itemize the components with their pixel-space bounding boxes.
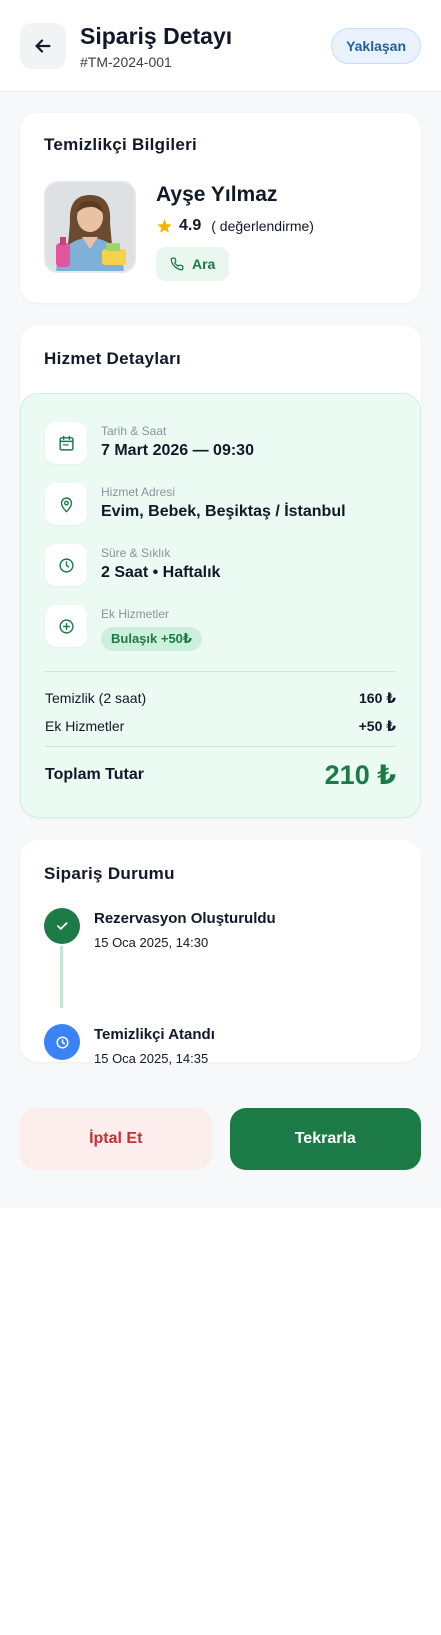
- price-label: Temizlik (2 saat): [45, 690, 147, 706]
- service-section-title: Hizmet Detayları: [44, 349, 182, 368]
- address-value: Evim, Bebek, Beşiktaş / İstanbul: [101, 503, 346, 520]
- date-label: Tarih & Saat: [101, 424, 167, 438]
- detail-row-address: Hizmet Adresi Evim, Bebek, Beşiktaş / İs…: [45, 483, 396, 544]
- cancel-order-button[interactable]: İptal Et: [20, 1108, 212, 1170]
- price-row-extras: Ek Hizmetler +50 ₺: [45, 712, 396, 740]
- address-label: Hizmet Adresi: [101, 485, 176, 499]
- back-button[interactable]: [20, 22, 66, 69]
- order-status-card: Sipariş Durumu Rezervasyon Oluşturuldu 1…: [20, 840, 421, 1066]
- total-label: Toplam Tutar: [45, 766, 144, 783]
- duration-value: 2 Saat • Haftalık: [101, 564, 221, 581]
- timeline-connector: [60, 946, 63, 1008]
- avatar-illustration: [46, 183, 134, 271]
- timeline-step: Rezervasyon Oluşturuldu 15 Oca 2025, 14:…: [44, 908, 397, 1024]
- total-value: 210 ₺: [324, 759, 396, 790]
- extra-service-chip: Bulaşık +50₺: [101, 627, 202, 651]
- detail-row-extras: Ek Hizmetler Bulaşık +50₺: [45, 605, 396, 671]
- step-time: 15 Oca 2025, 14:30: [94, 935, 209, 950]
- action-buttons: İptal Et Tekrarla: [20, 1108, 421, 1170]
- repeat-order-button[interactable]: Tekrarla: [229, 1108, 421, 1170]
- phone-icon: [170, 257, 184, 271]
- plus-circle-icon: [45, 605, 87, 647]
- price-row-cleaning: Temizlik (2 saat) 160 ₺: [45, 684, 396, 712]
- header: Sipariş Detayı #TM-2024-001 Yaklaşan: [0, 0, 441, 92]
- detail-row-date: Tarih & Saat 7 Mart 2026 — 09:30: [45, 422, 396, 483]
- status-timeline: Rezervasyon Oluşturuldu 15 Oca 2025, 14:…: [44, 908, 397, 1066]
- detail-row-duration: Süre & Sıklık 2 Saat • Haftalık: [45, 544, 396, 605]
- cleaner-section-title: Temizlikçi Bilgileri: [44, 135, 198, 154]
- timeline-step: Temizlikçi Atandı 15 Oca 2025, 14:35: [44, 1024, 397, 1066]
- cleaner-row: Ayşe Yılmaz 4.9 ( değerlendirme) Ara: [44, 181, 397, 281]
- order-id: #TM-2024-001: [80, 53, 172, 70]
- rating-row: 4.9 ( değerlendirme): [156, 217, 314, 235]
- status-badge: Yaklaşan: [331, 27, 421, 64]
- cleaner-info: Ayşe Yılmaz 4.9 ( değerlendirme) Ara: [156, 181, 314, 281]
- app-screen: Sipariş Detayı #TM-2024-001 Yaklaşan Tem…: [0, 0, 441, 1208]
- cleaner-name: Ayşe Yılmaz: [156, 183, 278, 206]
- avatar: [44, 181, 136, 273]
- call-button-label: Ara: [192, 256, 216, 272]
- calendar-icon: [45, 422, 87, 464]
- step-title: Temizlikçi Atandı: [94, 1026, 215, 1043]
- call-button[interactable]: Ara: [156, 247, 230, 281]
- clock-icon: [44, 1024, 80, 1060]
- price-amount: +50 ₺: [358, 717, 396, 734]
- rating-count-text: ( değerlendirme): [211, 218, 314, 234]
- price-amount: 160 ₺: [359, 689, 396, 706]
- service-card: Hizmet Detayları Tarih & Saat 7 Mart 202…: [20, 325, 421, 818]
- step-time: 15 Oca 2025, 14:35: [94, 1051, 209, 1066]
- date-value: 7 Mart 2026 — 09:30: [101, 442, 254, 459]
- check-icon: [44, 908, 80, 944]
- header-titles: Sipariş Detayı #TM-2024-001: [80, 22, 331, 70]
- step-title: Rezervasyon Oluşturuldu: [94, 910, 276, 927]
- status-section-title: Sipariş Durumu: [44, 864, 175, 883]
- clock-icon: [45, 544, 87, 586]
- rating-value: 4.9: [179, 217, 202, 234]
- price-label: Ek Hizmetler: [45, 718, 125, 734]
- service-details-panel: Tarih & Saat 7 Mart 2026 — 09:30 Hizmet …: [20, 393, 421, 818]
- extras-label: Ek Hizmetler: [101, 607, 170, 621]
- star-icon: [157, 218, 172, 233]
- cleaner-card: Temizlikçi Bilgileri Ayşe Yılmaz 4.9 (d…: [20, 113, 421, 303]
- location-pin-icon: [45, 483, 87, 525]
- arrow-left-icon: [35, 38, 51, 53]
- duration-label: Süre & Sıklık: [101, 546, 171, 560]
- total-row: Toplam Tutar 210 ₺: [45, 747, 396, 803]
- page-title: Sipariş Detayı: [80, 22, 233, 49]
